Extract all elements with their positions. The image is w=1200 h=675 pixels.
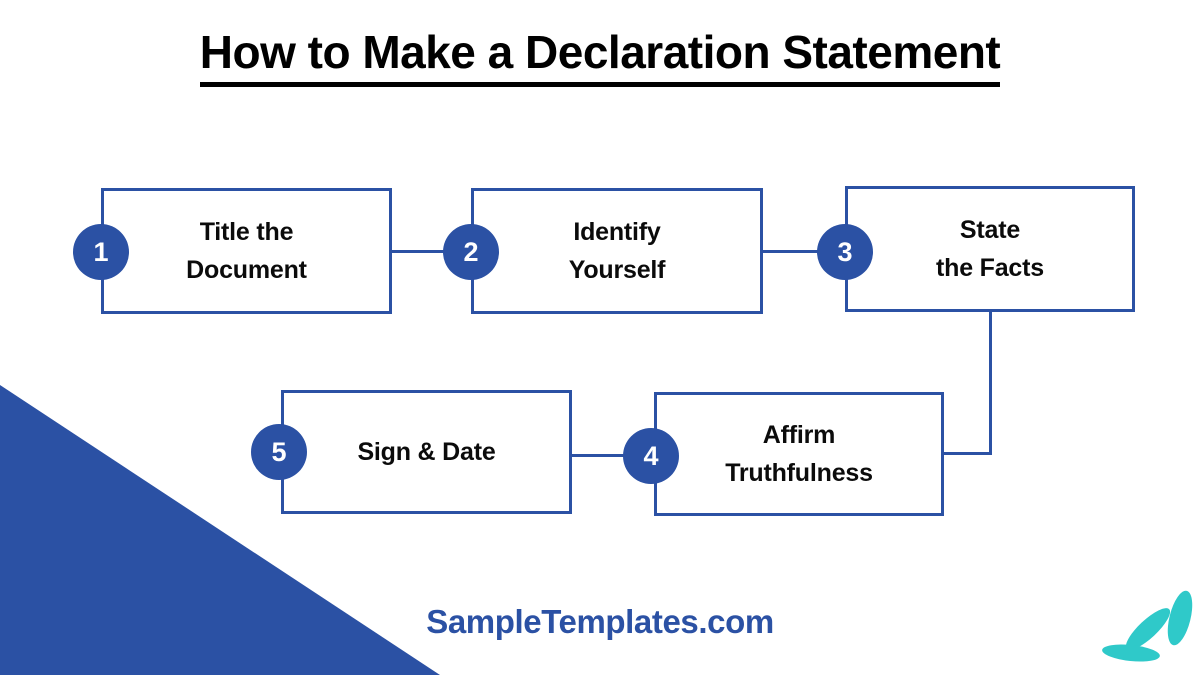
step-number-circle-2[interactable]: 2 <box>443 224 499 280</box>
step-number-circle-5[interactable]: 5 <box>251 424 307 480</box>
connector-down-step4 <box>940 452 992 455</box>
brand-watermark: SampleTemplates.com <box>426 603 774 640</box>
step-number-2: 2 <box>463 236 479 267</box>
step-number-3: 3 <box>837 236 853 267</box>
infographic-canvas: How to Make a Declaration Statement Titl… <box>0 0 1200 675</box>
step-number-circle-4[interactable]: 4 <box>623 428 679 484</box>
connector-step3-down <box>989 310 992 455</box>
step-number-1: 1 <box>93 236 109 267</box>
step-number-circle-3[interactable]: 3 <box>817 224 873 280</box>
step-number-4: 4 <box>643 440 659 471</box>
step-box-4[interactable]: Affirm Truthfulness <box>654 392 944 516</box>
step-box-1[interactable]: Title the Document <box>101 188 392 314</box>
step-label-5: Sign & Date <box>357 438 496 466</box>
step-label-2: Identify Yourself <box>568 218 666 284</box>
step-box-5[interactable]: Sign & Date <box>281 390 572 514</box>
step-label-3: State the Facts <box>936 216 1044 282</box>
step-box-2[interactable]: Identify Yourself <box>471 188 763 314</box>
page-title-text: How to Make a Declaration Statement <box>199 28 1001 88</box>
step-number-5: 5 <box>271 436 287 467</box>
step-label-4: Affirm Truthfulness <box>725 421 873 487</box>
step-number-circle-1[interactable]: 1 <box>73 224 129 280</box>
step-box-3[interactable]: State the Facts <box>845 186 1135 312</box>
step-label-1: Title the Document <box>186 218 307 284</box>
page-title: How to Make a Declaration Statement <box>0 28 1200 88</box>
